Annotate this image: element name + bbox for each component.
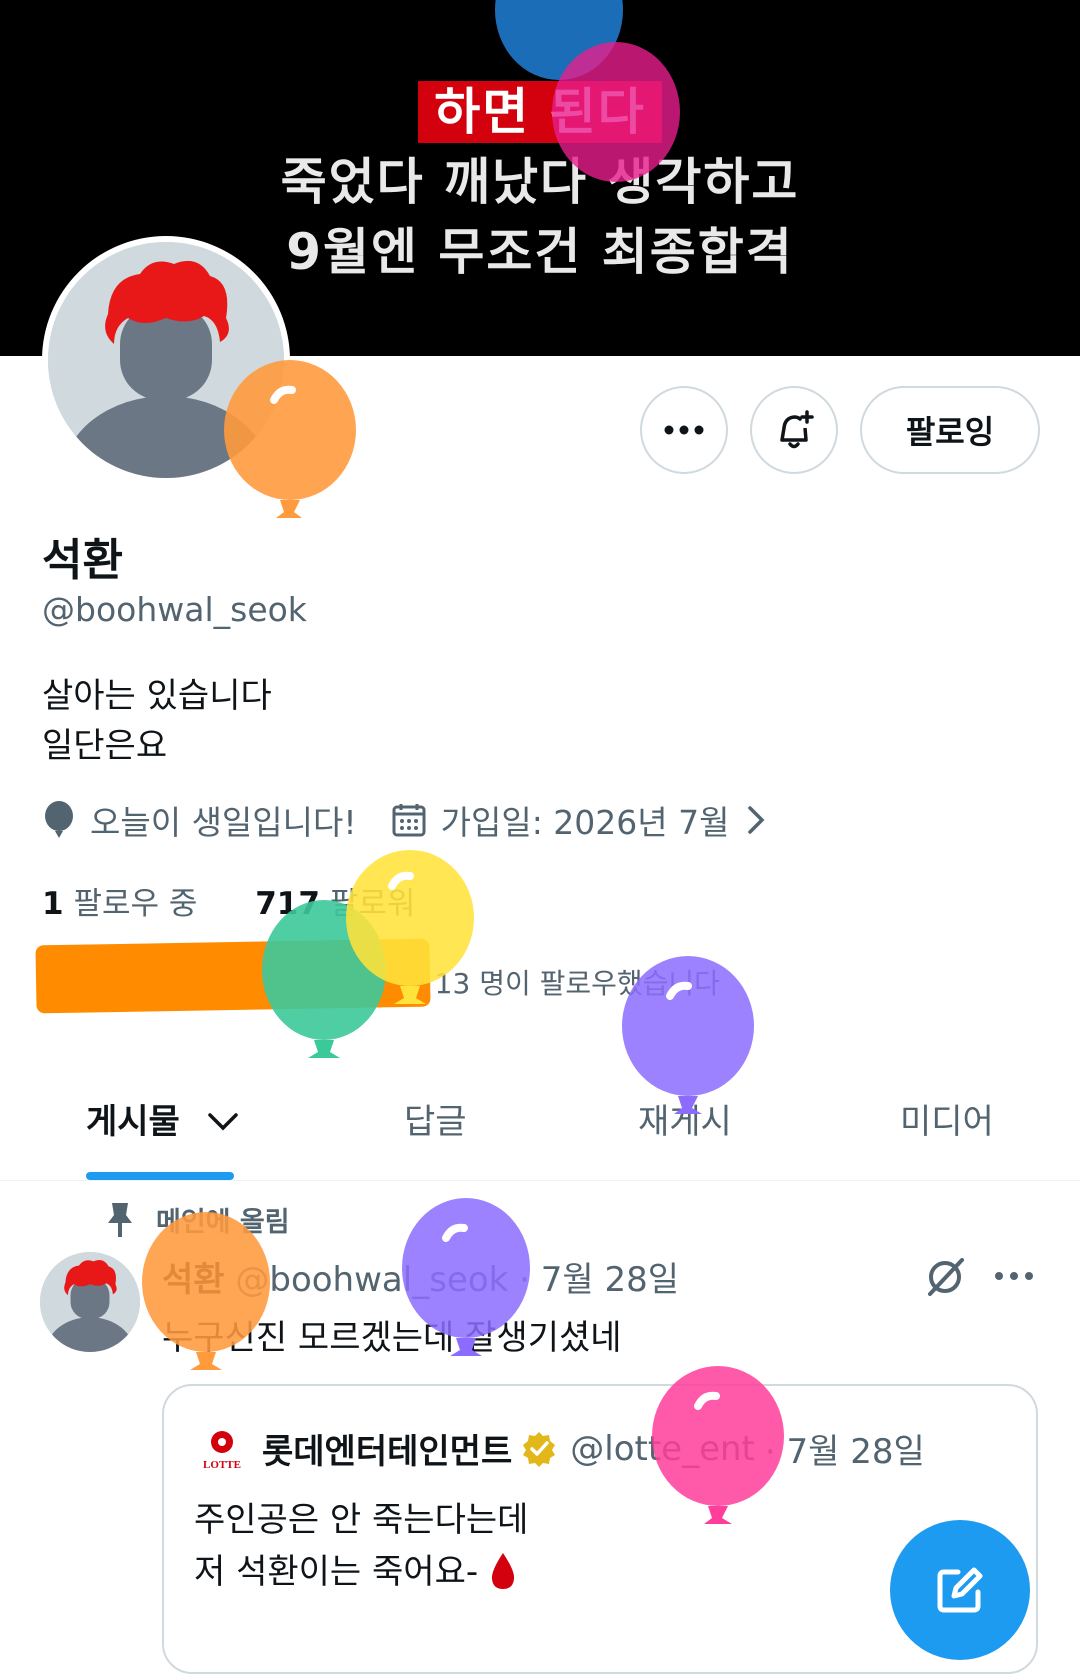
more-options-button[interactable] [640,386,728,474]
balloon-decoration [622,956,754,1114]
default-avatar-icon [40,1252,140,1352]
bell-plus-icon [780,410,814,449]
tweet-avatar[interactable] [40,1252,140,1352]
joined-text: 가입일: 2026년 7월 [440,803,730,842]
balloon-decoration [346,850,474,1004]
banner-text-line2: 죽었다 깨났다 생각하고 [280,153,800,211]
quoted-text-line: 주인공은 안 죽는다는데 [194,1500,529,1540]
compose-pencil-icon [937,1567,983,1613]
balloon-decoration [224,360,356,518]
tweet-more-icon[interactable] [994,1256,1034,1300]
balloon-decoration [652,1366,784,1524]
calendar-icon [392,804,426,837]
joined-item[interactable]: 가입일: 2026년 7월 [391,796,782,844]
balloon-decoration [552,42,680,182]
more-dots-icon [664,425,704,435]
quoted-tweet-header: 롯데엔터테인먼트 @lotte_ent · 7월 28일 [262,1424,925,1473]
compose-button[interactable] [890,1520,1030,1660]
bio-line: 일단은요 [42,726,168,766]
following-button[interactable]: 팔로잉 [860,386,1040,474]
notifications-button[interactable] [750,386,838,474]
lotte-logo: LOTTE [196,1424,248,1476]
tweet-date[interactable]: · 7월 28일 [519,1260,679,1300]
birthday-text: 오늘이 생일입니다! [90,803,357,842]
quoted-author[interactable]: 롯데엔터테인먼트 [262,1424,512,1473]
user-handle: @boohwal_seok [42,590,307,629]
verified-badge-icon [523,1431,556,1467]
chevron-down-icon [207,1113,238,1131]
svg-text:LOTTE: LOTTE [203,1459,241,1471]
profile-tabs: 게시물 답글 재게시 미디어 [0,1080,1080,1181]
following-link[interactable]: 1 팔로우 중 [42,886,197,922]
birthday-item: 오늘이 생일입니다! [42,796,357,844]
grok-icon[interactable] [924,1256,966,1302]
active-tab-indicator [86,1172,234,1180]
profile-meta: 오늘이 생일입니다! 가입일: 2026년 7월 [42,796,816,844]
balloon-icon [45,801,73,838]
tab-replies[interactable]: 답글 [404,1094,467,1143]
chevron-right-icon [747,806,764,834]
pin-icon [108,1202,132,1237]
tab-media[interactable]: 미디어 [900,1094,994,1143]
balloon-decoration [402,1198,530,1356]
blood-drop-icon [491,1553,515,1589]
bio-line: 살아는 있습니다 [42,676,272,716]
balloon-decoration [142,1212,270,1370]
tab-posts[interactable]: 게시물 [86,1094,240,1143]
quoted-text-line: 저 석환이는 죽어요- [194,1544,517,1593]
display-name: 석환 [42,535,123,586]
